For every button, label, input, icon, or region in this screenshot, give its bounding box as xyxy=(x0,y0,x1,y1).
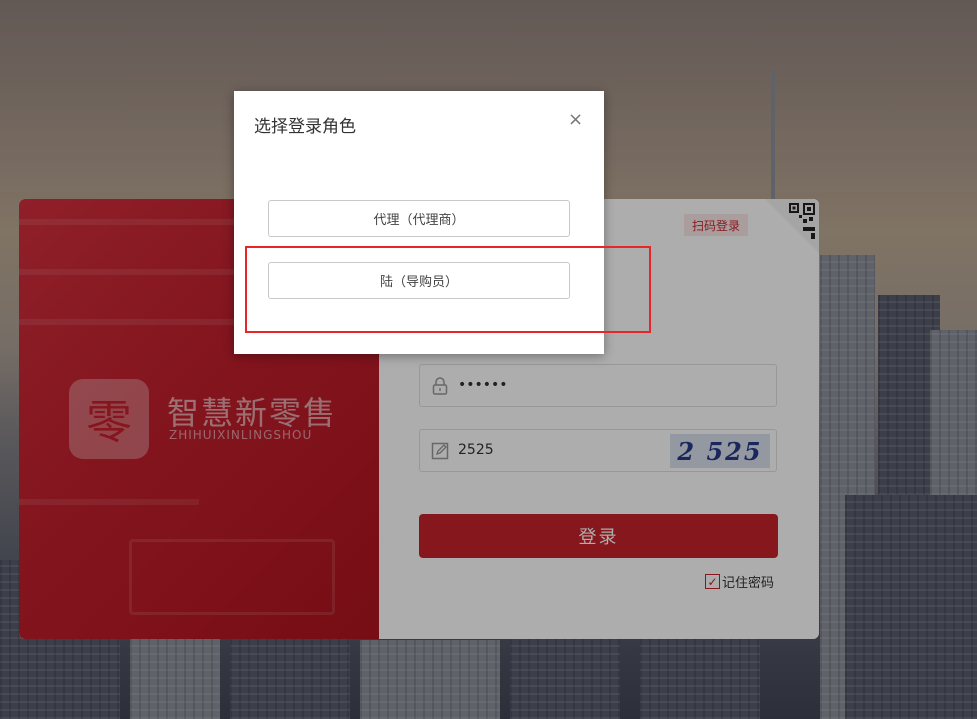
highlight-annotation xyxy=(245,246,651,333)
role-agent-button[interactable]: 代理（代理商） xyxy=(268,200,570,237)
close-icon[interactable]: × xyxy=(568,109,583,130)
dialog-title: 选择登录角色 xyxy=(254,117,356,137)
